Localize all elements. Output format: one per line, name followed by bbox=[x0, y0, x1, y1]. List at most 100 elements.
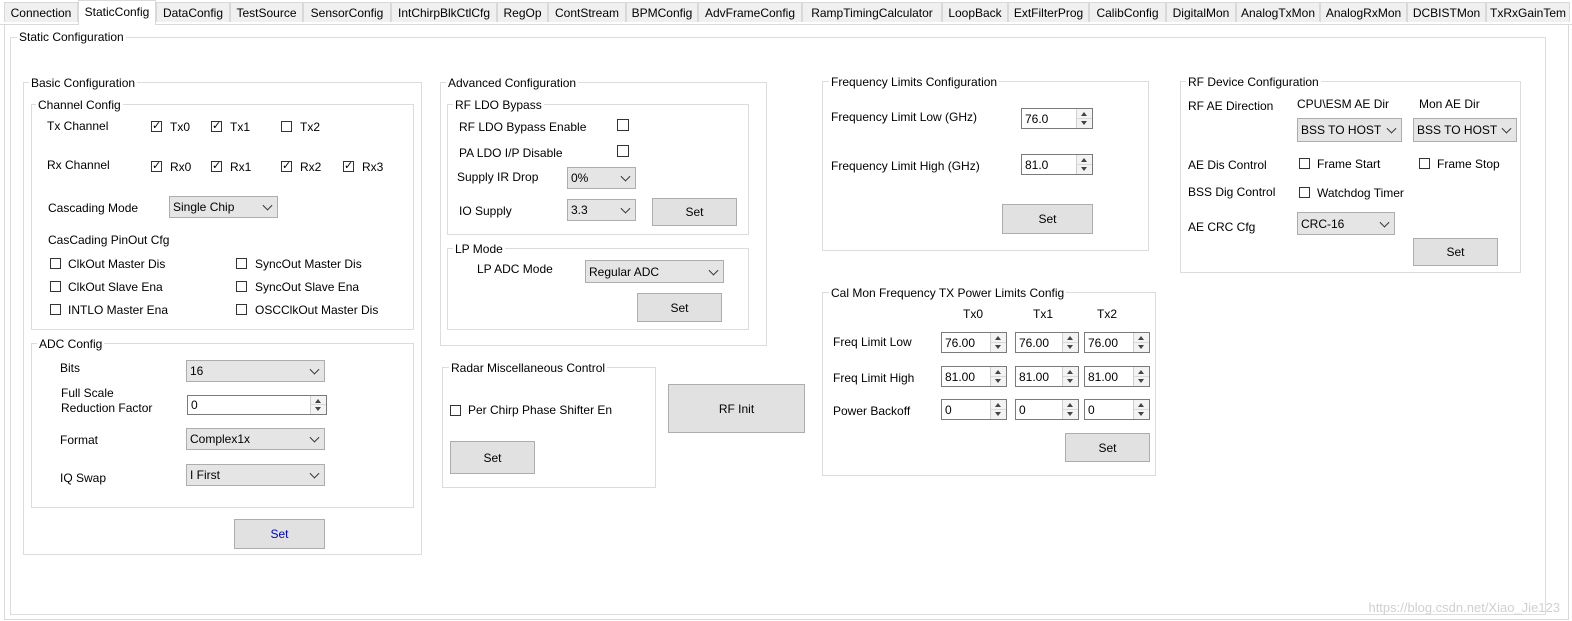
calmon-col-tx2: Tx2 bbox=[1097, 307, 1118, 321]
rf-device-set-button[interactable]: Set bbox=[1413, 238, 1498, 266]
freq-high-tx0-spinbox[interactable]: 81.00 bbox=[941, 366, 1007, 387]
spin-down-icon[interactable] bbox=[1134, 409, 1149, 419]
power-backoff-tx2-spinbox[interactable]: 0 bbox=[1084, 399, 1150, 420]
syncout-master-dis-checkbox[interactable] bbox=[236, 258, 247, 269]
freq-high-tx1-spinbox[interactable]: 81.00 bbox=[1015, 366, 1079, 387]
spin-down-icon[interactable] bbox=[1077, 164, 1092, 174]
spin-down-icon[interactable] bbox=[311, 405, 326, 414]
mon-ae-dir-select[interactable]: BSS TO HOST bbox=[1413, 118, 1517, 142]
syncout-slave-ena-checkbox[interactable] bbox=[236, 281, 247, 292]
tab-analogtxmon[interactable]: AnalogTxMon bbox=[1236, 2, 1320, 22]
spin-up-icon[interactable] bbox=[1077, 109, 1092, 119]
rf-ldo-set-button[interactable]: Set bbox=[652, 198, 737, 226]
spin-up-icon[interactable] bbox=[1063, 333, 1078, 343]
tab-regop[interactable]: RegOp bbox=[497, 2, 548, 22]
tab-testsource[interactable]: TestSource bbox=[230, 2, 303, 22]
calmon-set-button[interactable]: Set bbox=[1065, 433, 1150, 462]
basic-config-set-button[interactable]: Set bbox=[234, 519, 325, 549]
tab-bpmconfig[interactable]: BPMConfig bbox=[626, 2, 698, 22]
spin-down-icon[interactable] bbox=[1077, 118, 1092, 128]
spin-up-icon[interactable] bbox=[1134, 333, 1149, 343]
spin-up-icon[interactable] bbox=[1063, 400, 1078, 410]
syncout-master-dis-label: SyncOut Master Dis bbox=[255, 257, 362, 271]
tab-staticconfig[interactable]: StaticConfig bbox=[78, 0, 156, 25]
tab-connection[interactable]: Connection bbox=[4, 2, 78, 22]
chevron-down-icon bbox=[620, 171, 631, 182]
tab-advframeconfig[interactable]: AdvFrameConfig bbox=[698, 2, 802, 22]
calmon-row-label: Power Backoff bbox=[833, 404, 911, 418]
freq-limit-low-spinbox[interactable]: 76.0 bbox=[1021, 108, 1093, 129]
cascading-mode-select[interactable]: Single Chip bbox=[169, 196, 278, 218]
intlo-master-ena-checkbox[interactable] bbox=[50, 304, 61, 315]
tab-dcbistmon[interactable]: DCBISTMon bbox=[1407, 2, 1486, 22]
fsr-spinbox[interactable]: 0 bbox=[187, 395, 327, 415]
cpu-esm-ae-dir-select[interactable]: BSS TO HOST bbox=[1297, 118, 1402, 142]
lp-mode-set-button[interactable]: Set bbox=[637, 293, 722, 322]
tab-loopback[interactable]: LoopBack bbox=[942, 2, 1008, 22]
spin-up-icon[interactable] bbox=[1063, 367, 1078, 377]
spin-down-icon[interactable] bbox=[1134, 376, 1149, 386]
supply-ir-drop-select[interactable]: 0% bbox=[567, 167, 636, 189]
pa-ldo-disable-checkbox[interactable] bbox=[617, 145, 629, 157]
fsr-label-line1: Full Scale bbox=[61, 386, 114, 400]
tab-sensorconfig[interactable]: SensorConfig bbox=[303, 2, 391, 22]
spin-up-icon[interactable] bbox=[991, 400, 1006, 410]
tab-digitalmon[interactable]: DigitalMon bbox=[1166, 2, 1236, 22]
bits-select[interactable]: 16 bbox=[186, 360, 325, 382]
freq-high-tx2-spinbox[interactable]: 81.00 bbox=[1084, 366, 1150, 387]
rx1-checkbox[interactable] bbox=[211, 159, 222, 172]
rx3-checkbox[interactable] bbox=[343, 159, 354, 172]
spin-down-icon[interactable] bbox=[991, 409, 1006, 419]
radar-misc-set-button[interactable]: Set bbox=[450, 441, 535, 474]
watchdog-timer-checkbox[interactable] bbox=[1299, 187, 1310, 198]
freq-low-tx2-spinbox[interactable]: 76.00 bbox=[1084, 332, 1150, 353]
rx0-checkbox[interactable] bbox=[151, 159, 162, 172]
freq-limit-high-spinbox[interactable]: 81.0 bbox=[1021, 154, 1093, 175]
spin-up-icon[interactable] bbox=[991, 367, 1006, 377]
spin-up-icon[interactable] bbox=[1134, 400, 1149, 410]
oscclkout-master-dis-checkbox[interactable] bbox=[236, 304, 247, 315]
tx1-checkbox[interactable] bbox=[211, 119, 222, 132]
tab-intchirpblkctlcfg[interactable]: IntChirpBlkCtlCfg bbox=[391, 2, 497, 22]
tab-extfilterprog[interactable]: ExtFilterProg bbox=[1008, 2, 1089, 22]
spin-up-icon[interactable] bbox=[991, 333, 1006, 343]
spin-down-icon[interactable] bbox=[991, 342, 1006, 352]
tab-analogrxmon[interactable]: AnalogRxMon bbox=[1320, 2, 1407, 22]
mon-ae-dir-label: Mon AE Dir bbox=[1419, 97, 1480, 111]
frame-stop-checkbox[interactable] bbox=[1419, 158, 1430, 169]
spin-up-icon[interactable] bbox=[1134, 367, 1149, 377]
tx0-checkbox[interactable] bbox=[151, 119, 162, 132]
spin-down-icon[interactable] bbox=[1134, 342, 1149, 352]
format-select[interactable]: Complex1x bbox=[186, 428, 325, 450]
power-backoff-tx1-spinbox[interactable]: 0 bbox=[1015, 399, 1079, 420]
power-backoff-tx0-spinbox[interactable]: 0 bbox=[941, 399, 1007, 420]
tab-dataconfig[interactable]: DataConfig bbox=[156, 2, 230, 22]
freq-low-tx1-spinbox[interactable]: 76.00 bbox=[1015, 332, 1079, 353]
spin-up-icon[interactable] bbox=[311, 396, 326, 405]
tab-calibconfig[interactable]: CalibConfig bbox=[1089, 2, 1166, 22]
spin-down-icon[interactable] bbox=[991, 376, 1006, 386]
chevron-down-icon bbox=[708, 265, 719, 276]
tab-txrxgaintem[interactable]: TxRxGainTem bbox=[1486, 2, 1570, 22]
clkout-slave-ena-checkbox[interactable] bbox=[50, 281, 61, 292]
iq-swap-select[interactable]: I First bbox=[186, 464, 325, 486]
calmon-col-tx0: Tx0 bbox=[963, 307, 984, 321]
spin-down-icon[interactable] bbox=[1063, 376, 1078, 386]
freq-low-tx0-spinbox[interactable]: 76.00 bbox=[941, 332, 1007, 353]
tab-ramptimingcalculator[interactable]: RampTimingCalculator bbox=[802, 2, 942, 22]
per-chirp-phase-shifter-checkbox[interactable] bbox=[450, 405, 461, 416]
frame-start-checkbox[interactable] bbox=[1299, 158, 1310, 169]
spin-down-icon[interactable] bbox=[1063, 342, 1078, 352]
freq-limits-set-button[interactable]: Set bbox=[1002, 204, 1093, 234]
rf-init-button[interactable]: RF Init bbox=[668, 384, 805, 433]
ae-crc-cfg-select[interactable]: CRC-16 bbox=[1297, 212, 1395, 235]
lp-adc-mode-select[interactable]: Regular ADC bbox=[585, 260, 724, 283]
io-supply-select[interactable]: 3.3 bbox=[567, 199, 636, 221]
tab-contstream[interactable]: ContStream bbox=[548, 2, 626, 22]
clkout-master-dis-checkbox[interactable] bbox=[50, 258, 61, 269]
spin-down-icon[interactable] bbox=[1063, 409, 1078, 419]
rf-ldo-bypass-enable-checkbox[interactable] bbox=[617, 119, 629, 131]
rx2-checkbox[interactable] bbox=[281, 159, 292, 172]
spin-up-icon[interactable] bbox=[1077, 155, 1092, 165]
tx2-checkbox[interactable] bbox=[281, 121, 292, 132]
